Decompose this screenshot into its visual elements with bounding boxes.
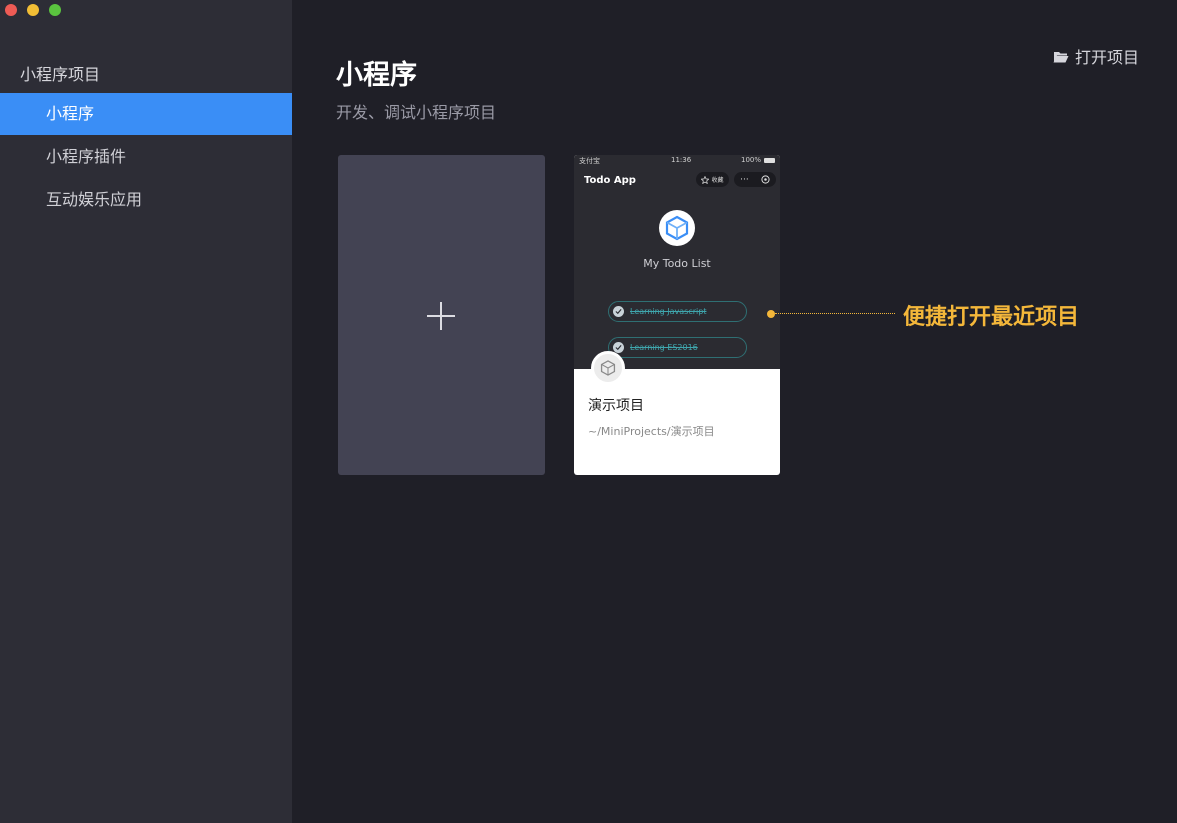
window-close-button[interactable] <box>5 4 17 16</box>
sidebar-item-game[interactable]: 互动娱乐应用 <box>0 179 292 221</box>
sidebar-section-title: 小程序项目 <box>20 65 101 84</box>
target-icon <box>761 175 770 184</box>
status-bar: 支付宝 11:36 100% <box>579 156 775 166</box>
project-name: 演示项目 <box>588 398 644 414</box>
open-project-label: 打开项目 <box>1074 48 1139 67</box>
sidebar-item-label: 互动娱乐应用 <box>46 190 143 209</box>
sidebar: 小程序项目 小程序 小程序插件 互动娱乐应用 <box>0 0 292 823</box>
todo-heading: My Todo List <box>643 257 711 270</box>
window-controls <box>5 4 61 16</box>
favorite-label: 收藏 <box>711 177 724 184</box>
project-icon <box>591 351 625 385</box>
plus-icon <box>440 302 442 330</box>
callout-dot <box>767 310 775 318</box>
sidebar-item-label: 小程序插件 <box>46 147 127 166</box>
window-minimize-button[interactable] <box>27 4 39 16</box>
more-icon: ··· <box>740 174 749 185</box>
project-preview: 支付宝 11:36 100% Todo App 收藏 ··· My Todo L… <box>574 155 780 369</box>
status-carrier: 支付宝 <box>579 157 600 165</box>
star-icon <box>701 175 710 184</box>
callout-text: 便捷打开最近项目 <box>903 305 1080 330</box>
folder-open-icon <box>1053 51 1069 62</box>
todo-item: Learning Javascript <box>608 301 747 322</box>
todo-item: Learning ES2016 <box>608 337 747 358</box>
page-subtitle: 开发、调试小程序项目 <box>336 103 497 122</box>
project-card[interactable]: 支付宝 11:36 100% Todo App 收藏 ··· My Todo L… <box>574 155 780 475</box>
status-time: 11:36 <box>671 156 692 164</box>
open-project-button[interactable]: 打开项目 <box>1053 44 1139 68</box>
check-icon <box>613 342 624 353</box>
battery-icon <box>764 158 775 163</box>
todo-text: Learning ES2016 <box>630 343 698 352</box>
project-path: ~/MiniProjects/演示项目 <box>588 425 715 438</box>
check-icon <box>613 306 624 317</box>
sidebar-item-label: 小程序 <box>46 104 95 123</box>
capsule-menu: ··· <box>734 172 776 187</box>
sidebar-item-plugin[interactable]: 小程序插件 <box>0 136 292 178</box>
callout-line <box>775 313 895 314</box>
preview-app-title: Todo App <box>584 175 636 186</box>
new-project-card[interactable] <box>338 155 545 475</box>
favorite-pill: 收藏 <box>696 172 729 187</box>
todo-logo-icon <box>659 210 695 246</box>
page-title: 小程序 <box>336 60 417 91</box>
status-battery-text: 100% <box>740 156 761 164</box>
sidebar-item-miniprogram[interactable]: 小程序 <box>0 93 292 135</box>
todo-text: Learning Javascript <box>630 307 707 316</box>
window-maximize-button[interactable] <box>49 4 61 16</box>
